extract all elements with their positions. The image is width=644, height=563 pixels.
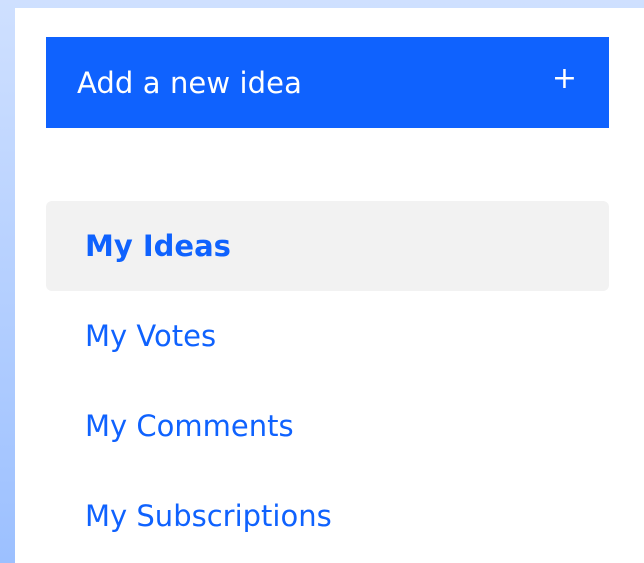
nav-item-my-comments[interactable]: My Comments <box>46 381 609 471</box>
nav-item-label: My Comments <box>85 409 294 443</box>
ideas-nav: My Ideas My Votes My Comments My Subscri… <box>46 201 609 561</box>
add-new-idea-label: Add a new idea <box>77 65 302 100</box>
nav-item-label: My Ideas <box>85 229 231 263</box>
nav-item-my-subscriptions[interactable]: My Subscriptions <box>46 471 609 561</box>
ideas-sidebar-panel: Add a new idea + My Ideas My Votes My Co… <box>15 8 644 563</box>
nav-item-my-votes[interactable]: My Votes <box>46 291 609 381</box>
nav-item-my-ideas[interactable]: My Ideas <box>46 201 609 291</box>
nav-item-label: My Subscriptions <box>85 499 332 533</box>
plus-icon: + <box>551 60 577 96</box>
add-new-idea-button[interactable]: Add a new idea + <box>46 37 609 128</box>
nav-item-label: My Votes <box>85 319 217 353</box>
